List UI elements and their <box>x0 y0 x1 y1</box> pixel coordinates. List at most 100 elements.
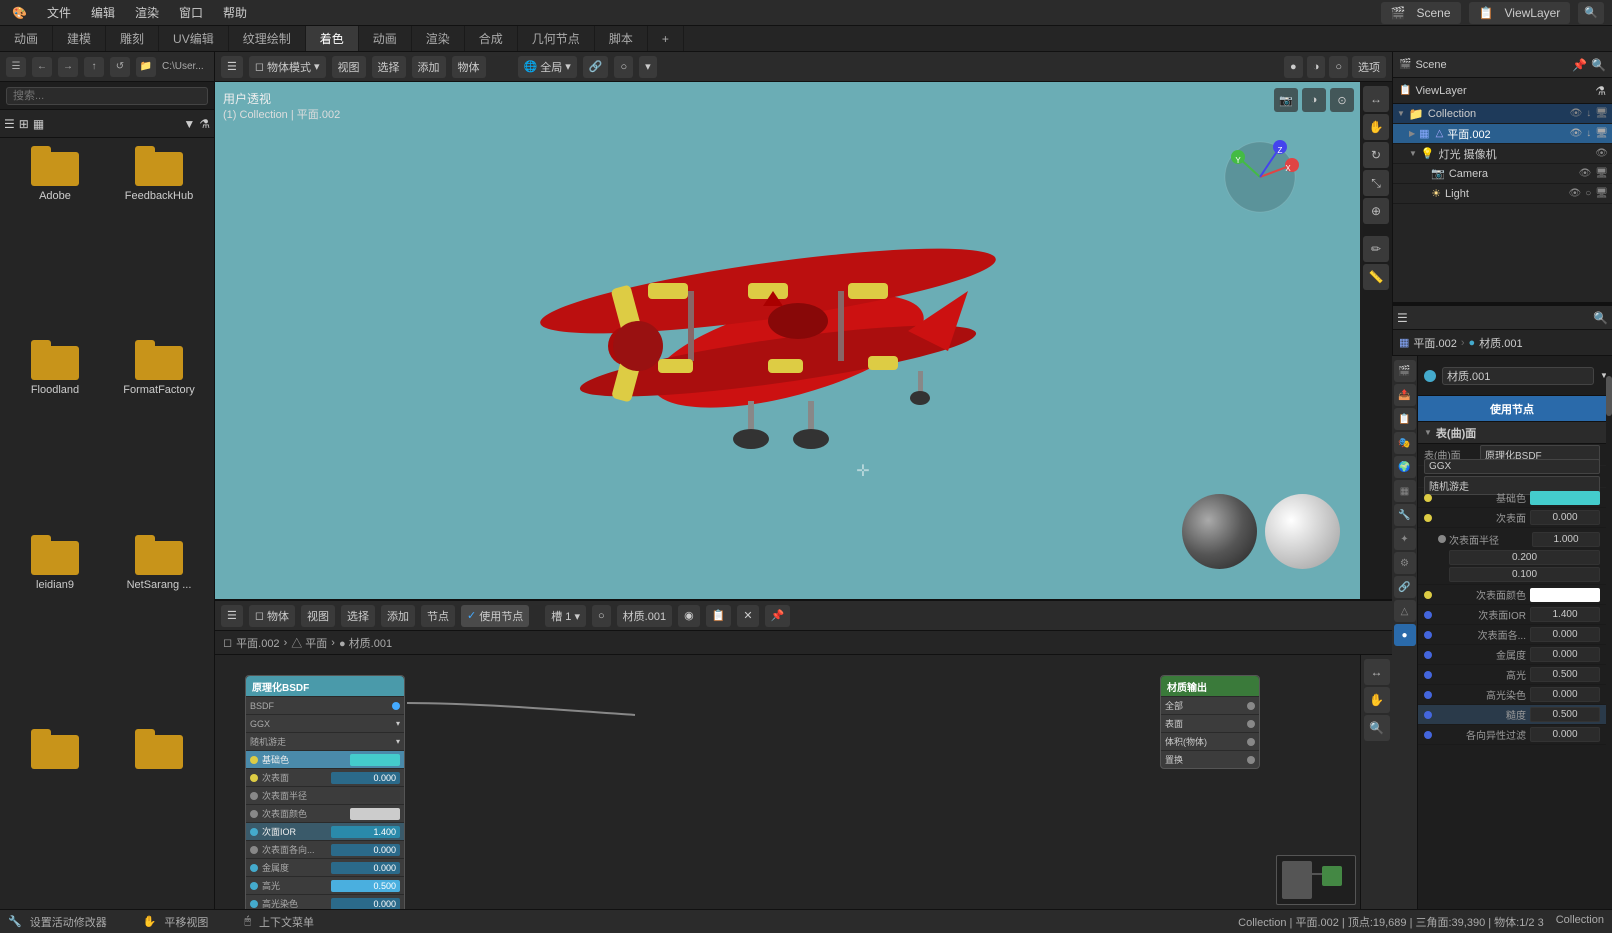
specular-value[interactable]: 0.500 <box>1530 667 1600 682</box>
folder-netsarang[interactable]: NetSarang ... <box>112 535 206 719</box>
filter-btn[interactable]: ⚗ <box>199 117 210 131</box>
folder-formatfactory[interactable]: FormatFactory <box>112 340 206 524</box>
outliner-search-btn[interactable]: 🔍 <box>1591 58 1606 72</box>
render-preview-btn[interactable]: ◑ <box>1302 88 1326 112</box>
shader-ball-preview[interactable]: ○ <box>592 605 611 627</box>
transform-btn[interactable]: ⊕ <box>1363 198 1389 224</box>
render-props-tab[interactable]: 🎬 <box>1394 360 1416 382</box>
sub-misc-value[interactable]: 0.000 <box>1530 627 1600 642</box>
proportional-mode[interactable]: ▾ <box>639 56 657 78</box>
visible-icon[interactable]: 👁 <box>1570 108 1583 119</box>
world-props-tab[interactable]: 🌍 <box>1394 456 1416 478</box>
material-props-tab[interactable]: ● <box>1394 624 1416 646</box>
view-layer-props-tab[interactable]: 📋 <box>1394 408 1416 430</box>
sub-radius-g[interactable]: 0.200 <box>1449 550 1600 565</box>
tab-modeling[interactable]: 建模 <box>53 26 106 51</box>
shader-view-menu[interactable]: 视图 <box>301 605 335 627</box>
use-nodes-button[interactable]: 使用节点 <box>1418 396 1606 422</box>
outliner-lights-group[interactable]: ▼ 💡 灯光 摄像机 👁 <box>1393 144 1612 164</box>
tab-shading[interactable]: 着色 <box>306 26 359 51</box>
proportional-edit[interactable]: ○ <box>614 56 633 78</box>
viewport-shading-render[interactable]: ○ <box>1329 56 1348 78</box>
sub-color-swatch[interactable] <box>1530 588 1600 602</box>
shader-tool-2[interactable]: ✋ <box>1364 687 1390 713</box>
metallic-value[interactable]: 0.000 <box>1530 647 1600 662</box>
modifiers-props-tab[interactable]: 🔧 <box>1394 504 1416 526</box>
bookmark-btn[interactable]: 📁 <box>136 57 156 77</box>
distribution-dropdown[interactable]: GGX <box>1424 459 1600 474</box>
menu-window[interactable]: 窗口 <box>175 2 207 23</box>
material-name-input[interactable] <box>1442 367 1594 385</box>
object-data-props-tab[interactable]: △ <box>1394 600 1416 622</box>
tab-scripting[interactable]: 脚本 <box>595 26 648 51</box>
view-menu[interactable]: 视图 <box>332 56 366 78</box>
use-nodes-toggle[interactable]: ✓ 使用节点 <box>461 605 529 627</box>
tab-add[interactable]: + <box>648 26 684 51</box>
node-bsdf[interactable]: 原理化BSDF BSDF GGX ▾ 随机游走 ▾ <box>245 675 405 909</box>
shader-tool-3[interactable]: 🔍 <box>1364 715 1390 741</box>
filter-toggle[interactable]: ▼ <box>183 117 195 131</box>
material-close[interactable]: ✕ <box>737 605 758 627</box>
object-props-tab[interactable]: ▦ <box>1394 480 1416 502</box>
mode-selector[interactable]: ◻ 物体模式 ▾ <box>249 56 326 78</box>
outliner-collection[interactable]: ▼ 📁 Collection 👁 ↓ 🖥 <box>1393 104 1612 124</box>
base-color-swatch[interactable] <box>1530 491 1600 505</box>
search-btn[interactable]: 🔍 <box>1578 2 1604 24</box>
breadcrumb-mesh[interactable]: 平面.002 <box>236 635 279 651</box>
rotate-btn[interactable]: ↻ <box>1363 142 1389 168</box>
node-graph[interactable]: 原理化BSDF BSDF GGX ▾ 随机游走 ▾ <box>215 655 1360 909</box>
menu-help[interactable]: 帮助 <box>219 2 251 23</box>
viewport-shading-mat[interactable]: ◑ <box>1307 56 1326 78</box>
folder-unknown1[interactable] <box>8 729 102 901</box>
folder-unknown2[interactable] <box>112 729 206 901</box>
overlay-btn[interactable]: 选项 <box>1352 56 1386 78</box>
tab-rendering[interactable]: 渲染 <box>412 26 465 51</box>
menu-render[interactable]: 渲染 <box>131 2 163 23</box>
folder-feedbackhub[interactable]: FeedbackHub <box>112 146 206 330</box>
tab-compositing[interactable]: 合成 <box>465 26 518 51</box>
camera-view-btn[interactable]: 📷 <box>1274 88 1298 112</box>
props-scrollbar[interactable] <box>1606 356 1612 909</box>
constraints-props-tab[interactable]: 🔗 <box>1394 576 1416 598</box>
toggle-nav[interactable]: ← <box>32 57 52 77</box>
snap-btn[interactable]: 🔗 <box>583 56 609 78</box>
tab-animation2[interactable]: 动画 <box>359 26 412 51</box>
file-search-input[interactable] <box>6 87 208 105</box>
node-material-output[interactable]: 材质输出 全部 表面 体积(物体) <box>1160 675 1260 769</box>
plane-select[interactable]: ↓ <box>1586 128 1591 139</box>
plane-viewport[interactable]: 🖥 <box>1595 128 1608 139</box>
select-menu[interactable]: 选择 <box>372 56 406 78</box>
up-btn[interactable]: ↑ <box>84 57 104 77</box>
physics-props-tab[interactable]: ⚙ <box>1394 552 1416 574</box>
light-visible[interactable]: 👁 <box>1569 188 1582 199</box>
spec-tint-value[interactable]: 0.000 <box>1530 687 1600 702</box>
viewlayer-filter[interactable]: ⚗ <box>1595 84 1606 98</box>
light-viewport-ctrl[interactable]: 🖥 <box>1595 188 1608 199</box>
overlays-btn[interactable]: ⊙ <box>1330 88 1354 112</box>
shader-content[interactable]: 原理化BSDF BSDF GGX ▾ 随机游走 ▾ <box>215 655 1392 909</box>
sub-radius-b[interactable]: 0.100 <box>1449 567 1600 582</box>
view-mode-grid[interactable]: ⊞ <box>19 117 29 131</box>
refresh-btn[interactable]: ↺ <box>110 57 130 77</box>
viewport-shading-solid[interactable]: ● <box>1284 56 1303 78</box>
move-btn[interactable]: ✋ <box>1363 114 1389 140</box>
measure-btn[interactable]: 📏 <box>1363 264 1389 290</box>
lights-visible[interactable]: 👁 <box>1595 148 1608 159</box>
roughness-value[interactable]: 0.500 <box>1530 707 1600 722</box>
shader-object-mode[interactable]: ◻ 物体 <box>249 605 295 627</box>
view-mode-large[interactable]: ▦ <box>33 117 44 131</box>
object-menu[interactable]: 物体 <box>452 56 486 78</box>
props-scrollbar-thumb[interactable] <box>1606 376 1612 416</box>
menu-file[interactable]: 文件 <box>43 2 75 23</box>
scene-props-tab[interactable]: 🎭 <box>1394 432 1416 454</box>
material-copy[interactable]: 📋 <box>706 605 732 627</box>
navigate-btn[interactable]: ↔ <box>1363 86 1389 112</box>
tab-texture-paint[interactable]: 纹理绘制 <box>229 26 306 51</box>
sub-ior-value[interactable]: 1.400 <box>1530 607 1600 622</box>
tab-uv[interactable]: UV编辑 <box>159 26 229 51</box>
tab-geometry-nodes[interactable]: 几何节点 <box>518 26 595 51</box>
plane-visible[interactable]: 👁 <box>1570 128 1583 139</box>
global-mode[interactable]: 🌐 全局 ▾ <box>518 56 577 78</box>
shader-add-menu[interactable]: 添加 <box>381 605 415 627</box>
sub-radius-r[interactable]: 1.000 <box>1532 532 1600 547</box>
